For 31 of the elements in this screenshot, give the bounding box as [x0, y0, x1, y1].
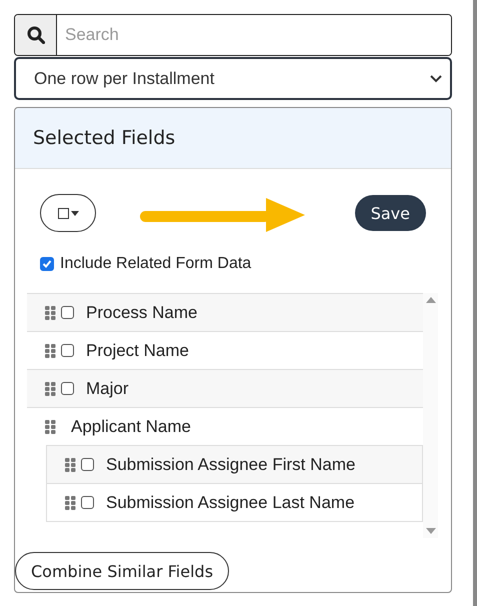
checkbox[interactable] [61, 306, 74, 319]
drag-handle-icon[interactable] [45, 420, 57, 434]
drag-handle-icon[interactable] [45, 344, 57, 358]
panel-title: Selected Fields [33, 127, 176, 149]
checkbox[interactable] [61, 382, 74, 395]
field-label: Major [86, 378, 129, 398]
row-mode-dropdown[interactable]: One row per Installment [14, 57, 452, 100]
field-label: Submission Assignee Last Name [106, 492, 355, 512]
search-field[interactable]: Search [14, 14, 452, 56]
drag-handle-icon[interactable] [65, 496, 77, 510]
field-label: Project Name [86, 340, 189, 360]
checkbox[interactable] [58, 208, 68, 218]
scroll-down-icon[interactable] [426, 528, 436, 534]
field-label: Submission Assignee First Name [106, 454, 356, 474]
caret-icon [70, 210, 78, 216]
checkbox[interactable] [81, 458, 94, 471]
drag-handle-icon[interactable] [45, 382, 57, 396]
scroll-up-icon[interactable] [426, 297, 436, 303]
save-button[interactable]: Save [354, 195, 426, 231]
checkbox-label: Include Related Form Data [60, 255, 252, 273]
checkbox[interactable] [81, 496, 94, 509]
combine-similar-fields-button[interactable]: Combine Similar Fields [15, 552, 230, 590]
checkbox[interactable] [40, 257, 54, 271]
group-label: Applicant Name [71, 416, 192, 436]
scrollbar[interactable] [423, 293, 438, 538]
drag-handle-icon[interactable] [45, 306, 57, 320]
checkbox[interactable] [61, 344, 74, 357]
drag-handle-icon[interactable] [65, 458, 77, 472]
select-menu-button[interactable] [40, 194, 96, 232]
search-icon [26, 26, 44, 44]
field-label: Process Name [86, 302, 198, 322]
